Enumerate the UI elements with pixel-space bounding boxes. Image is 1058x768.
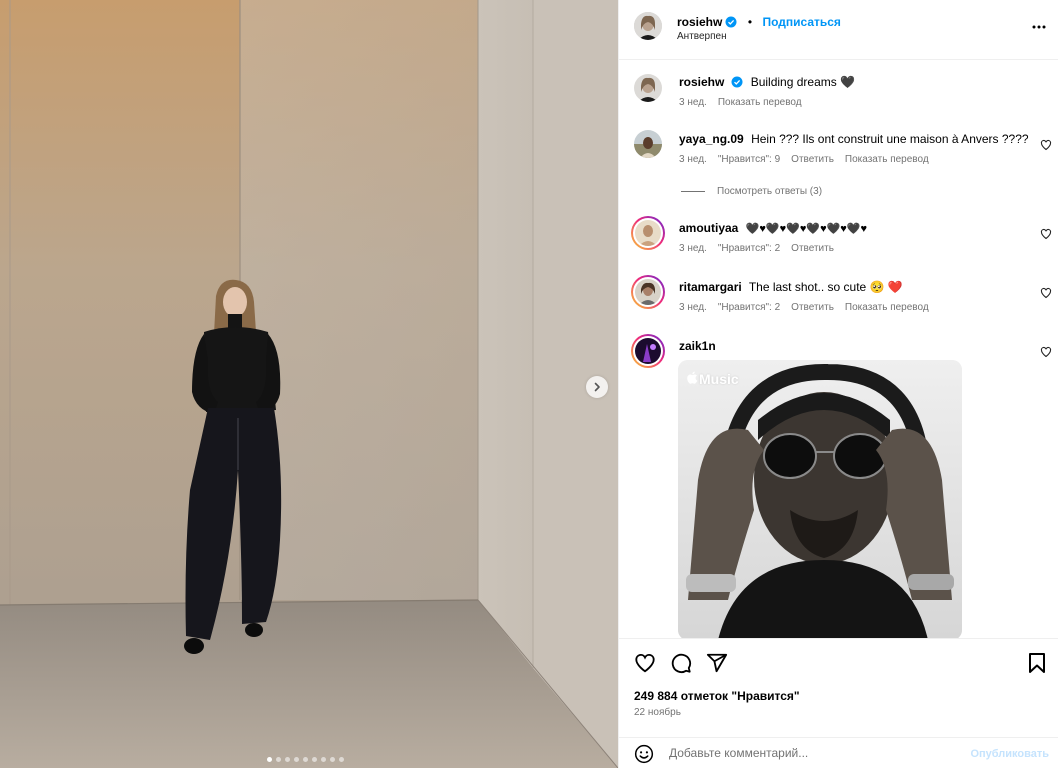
share-icon[interactable] xyxy=(706,652,728,679)
comment-username[interactable]: ritamargari xyxy=(679,280,742,294)
carousel-indicator xyxy=(0,757,614,762)
music-cover-image xyxy=(678,360,962,638)
view-replies-label: Посмотреть ответы (3) xyxy=(717,186,823,197)
comment-time[interactable]: 3 нед. xyxy=(679,243,707,254)
caption-text: Building dreams 🖤 xyxy=(750,75,856,89)
comment-username[interactable]: amoutiyaa xyxy=(679,221,738,235)
emoji-icon[interactable] xyxy=(634,744,654,768)
bookmark-icon[interactable] xyxy=(1027,652,1047,679)
reply-button[interactable]: Ответить xyxy=(791,154,834,165)
comment-time[interactable]: 3 нед. xyxy=(679,302,707,313)
view-replies-button[interactable]: Посмотреть ответы (3) xyxy=(681,186,822,197)
post-date[interactable]: 22 ноябрь xyxy=(634,707,681,718)
comment-text: 🖤♥🖤♥🖤♥🖤♥🖤♥🖤♥ xyxy=(745,223,868,235)
post-actions: 249 884 отметок "Нравится" 22 ноябрь xyxy=(619,638,1058,728)
post-details-panel: rosiehw • Подписаться Антверпен rosiehw … xyxy=(618,0,1058,768)
carousel-dot xyxy=(275,757,281,762)
apple-logo-icon xyxy=(687,371,698,387)
chevron-right-icon xyxy=(592,382,602,392)
post-header: rosiehw • Подписаться Антверпен xyxy=(619,0,1058,60)
caption-avatar[interactable] xyxy=(634,74,662,102)
commenter-avatar[interactable] xyxy=(634,130,662,158)
publish-button[interactable]: Опубликовать xyxy=(970,748,1049,760)
verified-badge-icon xyxy=(725,15,737,33)
commenter-avatar[interactable] xyxy=(631,275,665,309)
replies-line xyxy=(681,191,705,192)
follow-button[interactable]: Подписаться xyxy=(762,15,840,29)
post-photo[interactable] xyxy=(0,0,618,768)
comment-heart-icon[interactable] xyxy=(1040,286,1052,304)
comment-username[interactable]: yaya_ng.09 xyxy=(679,132,744,146)
comment-icon[interactable] xyxy=(670,652,692,679)
translate-link[interactable]: Показать перевод xyxy=(845,154,929,165)
likes-count[interactable]: 249 884 отметок "Нравится" xyxy=(634,689,800,703)
music-label: Music xyxy=(699,371,739,387)
comment-heart-icon[interactable] xyxy=(1040,227,1052,245)
carousel-dot xyxy=(284,757,290,762)
commenter-avatar[interactable] xyxy=(631,334,665,368)
carousel-dot xyxy=(266,757,272,762)
carousel-dot xyxy=(329,757,335,762)
separator-dot: • xyxy=(747,15,753,29)
commenter-avatar[interactable] xyxy=(631,216,665,250)
carousel-dot xyxy=(320,757,326,762)
apple-music-badge: Music xyxy=(687,371,739,387)
carousel-dot xyxy=(311,757,317,762)
post-location[interactable]: Антверпен xyxy=(677,31,727,42)
author-username[interactable]: rosiehw xyxy=(677,15,722,29)
carousel-dot xyxy=(293,757,299,762)
translate-link[interactable]: Показать перевод xyxy=(845,302,929,313)
author-avatar[interactable] xyxy=(634,12,662,40)
like-heart-icon[interactable] xyxy=(634,652,656,679)
carousel-dot xyxy=(338,757,344,762)
post-photo-image xyxy=(0,0,618,768)
reply-button[interactable]: Ответить xyxy=(791,302,834,313)
more-options-icon[interactable] xyxy=(1031,18,1047,39)
caption-time[interactable]: 3 нед. xyxy=(679,97,707,108)
comment-username[interactable]: zaik1n xyxy=(679,339,716,353)
music-attachment[interactable]: Music xyxy=(678,360,962,638)
comment-heart-icon[interactable] xyxy=(1040,138,1052,156)
comment-text: Hein ??? Ils ont construit une maison à … xyxy=(751,132,1029,146)
comment-time[interactable]: 3 нед. xyxy=(679,154,707,165)
reply-button[interactable]: Ответить xyxy=(791,243,834,254)
comment-likes-count[interactable]: "Нравится": 9 xyxy=(718,154,780,165)
caption-translate-link[interactable]: Показать перевод xyxy=(718,97,802,108)
caption-username[interactable]: rosiehw xyxy=(679,75,724,89)
carousel-dot xyxy=(302,757,308,762)
comment-composer: Опубликовать xyxy=(619,737,1058,768)
comment-text: The last shot.. so cute 🥺 ❤️ xyxy=(748,280,903,294)
comment-likes-count[interactable]: "Нравится": 2 xyxy=(718,243,780,254)
comment-likes-count[interactable]: "Нравится": 2 xyxy=(718,302,780,313)
verified-badge-icon xyxy=(731,76,743,92)
next-photo-button[interactable] xyxy=(586,376,608,398)
comments-list[interactable]: rosiehw Building dreams 🖤 3 нед. Показат… xyxy=(619,60,1058,638)
comment-heart-icon[interactable] xyxy=(1040,345,1052,363)
comment-input[interactable] xyxy=(669,746,949,760)
